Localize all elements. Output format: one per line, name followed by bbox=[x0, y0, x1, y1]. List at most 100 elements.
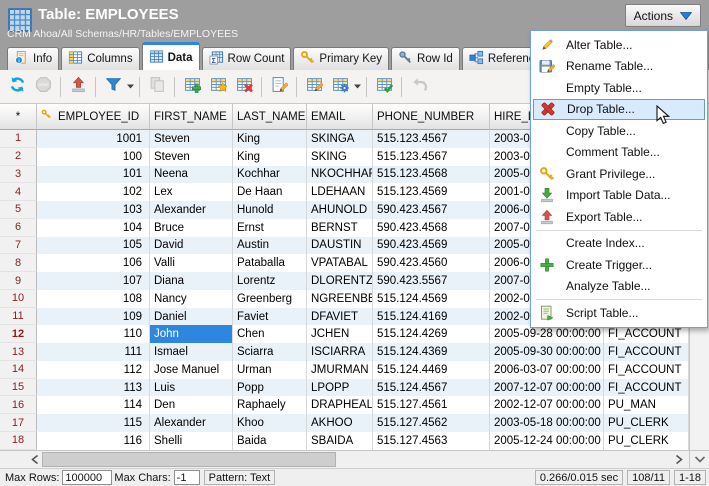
grid-cell[interactable]: Ismael bbox=[150, 343, 233, 361]
row-number[interactable]: 7 bbox=[0, 237, 37, 255]
grid-cell[interactable]: SKING bbox=[307, 148, 373, 166]
refresh-button[interactable] bbox=[5, 75, 29, 99]
grid-cell[interactable]: Alexander bbox=[150, 201, 233, 219]
grid-cell[interactable]: Faviet bbox=[233, 308, 307, 326]
tab-columns[interactable]: Columns bbox=[61, 47, 139, 70]
tab-row-id[interactable]: Row Id bbox=[391, 47, 460, 70]
tab-primary-key[interactable]: Primary Key bbox=[293, 47, 389, 70]
grid-cell[interactable]: 101 bbox=[37, 166, 150, 184]
grid-cell[interactable]: AKHOO bbox=[307, 414, 373, 432]
grid-cell[interactable]: JMURMAN bbox=[307, 361, 373, 379]
column-header-phone_number[interactable]: PHONE_NUMBER bbox=[373, 104, 490, 130]
grid-cell[interactable]: Shelli bbox=[150, 432, 233, 450]
grid-cell[interactable]: 515.124.4369 bbox=[373, 343, 490, 361]
grid-cell[interactable]: DLORENTZ bbox=[307, 272, 373, 290]
grid-cell[interactable]: VPATABAL bbox=[307, 254, 373, 272]
column-header-email[interactable]: EMAIL bbox=[307, 104, 373, 130]
max-chars-input[interactable] bbox=[174, 470, 200, 485]
grid-cell[interactable]: LDEHAAN bbox=[307, 183, 373, 201]
grid-cell[interactable]: Steven bbox=[150, 148, 233, 166]
grid-cell[interactable]: 515.123.4567 bbox=[373, 148, 490, 166]
grid-cell[interactable]: Valli bbox=[150, 254, 233, 272]
export-data-button[interactable] bbox=[66, 75, 90, 99]
scroll-left-icon[interactable] bbox=[28, 452, 42, 466]
row-number[interactable]: 15 bbox=[0, 379, 37, 397]
grid-cell[interactable]: Raphaely bbox=[233, 396, 307, 414]
grid-settings-button[interactable] bbox=[328, 75, 352, 99]
grid-cell[interactable]: 590.423.4568 bbox=[373, 219, 490, 237]
grid-cell[interactable]: 590.423.4560 bbox=[373, 254, 490, 272]
grid-cell[interactable]: AHUNOLD bbox=[307, 201, 373, 219]
menu-item-import-table-data[interactable]: Import Table Data... bbox=[533, 185, 705, 207]
row-number[interactable]: 2 bbox=[0, 148, 37, 166]
grid-cell[interactable]: Daniel bbox=[150, 308, 233, 326]
row-number[interactable]: 13 bbox=[0, 343, 37, 361]
tab-data[interactable]: Data bbox=[142, 42, 200, 70]
grid-cell[interactable]: 109 bbox=[37, 308, 150, 326]
grid-cell[interactable]: 2005-09-28 00:00:00 bbox=[490, 325, 604, 343]
grid-cell[interactable]: 104 bbox=[37, 219, 150, 237]
column-header-rownum[interactable]: * bbox=[0, 104, 37, 130]
grid-cell[interactable]: PU_MAN bbox=[604, 396, 689, 414]
grid-cell[interactable]: 100 bbox=[37, 148, 150, 166]
grid-cell[interactable]: Jose Manuel bbox=[150, 361, 233, 379]
grid-cell[interactable]: Ernst bbox=[233, 219, 307, 237]
grid-cell[interactable]: Diana bbox=[150, 272, 233, 290]
grid-cell[interactable]: 515.124.4569 bbox=[373, 290, 490, 308]
grid-cell[interactable]: 2007-12-07 00:00:00 bbox=[490, 379, 604, 397]
menu-item-grant-privilege[interactable]: Grant Privilege... bbox=[533, 163, 705, 185]
edit-grid-button[interactable] bbox=[302, 75, 326, 99]
grid-cell[interactable]: DAUSTIN bbox=[307, 237, 373, 255]
grid-cell[interactable]: 590.423.4569 bbox=[373, 237, 490, 255]
commit-button[interactable] bbox=[372, 75, 396, 99]
menu-item-create-trigger[interactable]: Create Trigger... bbox=[533, 254, 705, 276]
grid-cell[interactable]: FI_ACCOUNT bbox=[604, 379, 689, 397]
grid-cell[interactable]: 515.123.4568 bbox=[373, 166, 490, 184]
grid-cell[interactable]: 2003-05-18 00:00:00 bbox=[490, 414, 604, 432]
row-number[interactable]: 5 bbox=[0, 201, 37, 219]
grid-cell[interactable]: JCHEN bbox=[307, 325, 373, 343]
grid-cell[interactable]: FI_ACCOUNT bbox=[604, 361, 689, 379]
grid-cell[interactable]: 515.127.4563 bbox=[373, 432, 490, 450]
grid-cell[interactable]: SBAIDA bbox=[307, 432, 373, 450]
duplicate-row-button[interactable] bbox=[206, 75, 230, 99]
selected-cell[interactable]: John bbox=[150, 325, 233, 343]
grid-cell[interactable]: Sciarra bbox=[233, 343, 307, 361]
tab-info[interactable]: iInfo bbox=[7, 47, 59, 70]
actions-button[interactable]: Actions bbox=[625, 4, 701, 27]
grid-cell[interactable]: Alexander bbox=[150, 414, 233, 432]
max-rows-input[interactable] bbox=[62, 470, 112, 485]
grid-cell[interactable]: Lex bbox=[150, 183, 233, 201]
row-number[interactable]: 10 bbox=[0, 290, 37, 308]
grid-cell[interactable]: DFAVIET bbox=[307, 308, 373, 326]
row-number[interactable]: 18 bbox=[0, 432, 37, 450]
grid-cell[interactable]: DRAPHEAL bbox=[307, 396, 373, 414]
grid-cell[interactable]: Greenberg bbox=[233, 290, 307, 308]
grid-cell[interactable]: Popp bbox=[233, 379, 307, 397]
grid-cell[interactable]: Bruce bbox=[150, 219, 233, 237]
menu-item-rename-table[interactable]: Rename Table... bbox=[533, 56, 705, 78]
edit-cell-button[interactable] bbox=[267, 75, 291, 99]
row-number[interactable]: 12 bbox=[0, 325, 37, 343]
grid-cell[interactable]: 515.124.4469 bbox=[373, 361, 490, 379]
row-number[interactable]: 9 bbox=[0, 272, 37, 290]
grid-cell[interactable]: 105 bbox=[37, 237, 150, 255]
grid-cell[interactable]: Pataballa bbox=[233, 254, 307, 272]
row-number[interactable]: 11 bbox=[0, 308, 37, 326]
grid-cell[interactable]: King bbox=[233, 130, 307, 148]
row-number[interactable]: 16 bbox=[0, 396, 37, 414]
grid-cell[interactable]: 515.123.4567 bbox=[373, 130, 490, 148]
grid-cell[interactable]: 590.423.4567 bbox=[373, 201, 490, 219]
row-number[interactable]: 8 bbox=[0, 254, 37, 272]
grid-cell[interactable]: 590.423.5567 bbox=[373, 272, 490, 290]
column-header-employee_id[interactable]: EMPLOYEE_ID bbox=[37, 104, 150, 130]
grid-cell[interactable]: 1001 bbox=[37, 130, 150, 148]
grid-cell[interactable]: 515.127.4561 bbox=[373, 396, 490, 414]
grid-cell[interactable]: Lorentz bbox=[233, 272, 307, 290]
grid-cell[interactable]: 108 bbox=[37, 290, 150, 308]
menu-item-create-index[interactable]: Create Index... bbox=[533, 233, 705, 255]
insert-row-button[interactable] bbox=[180, 75, 204, 99]
row-number[interactable]: 17 bbox=[0, 414, 37, 432]
tab-row-count[interactable]: ΣRow Count bbox=[202, 47, 292, 70]
grid-cell[interactable]: Neena bbox=[150, 166, 233, 184]
